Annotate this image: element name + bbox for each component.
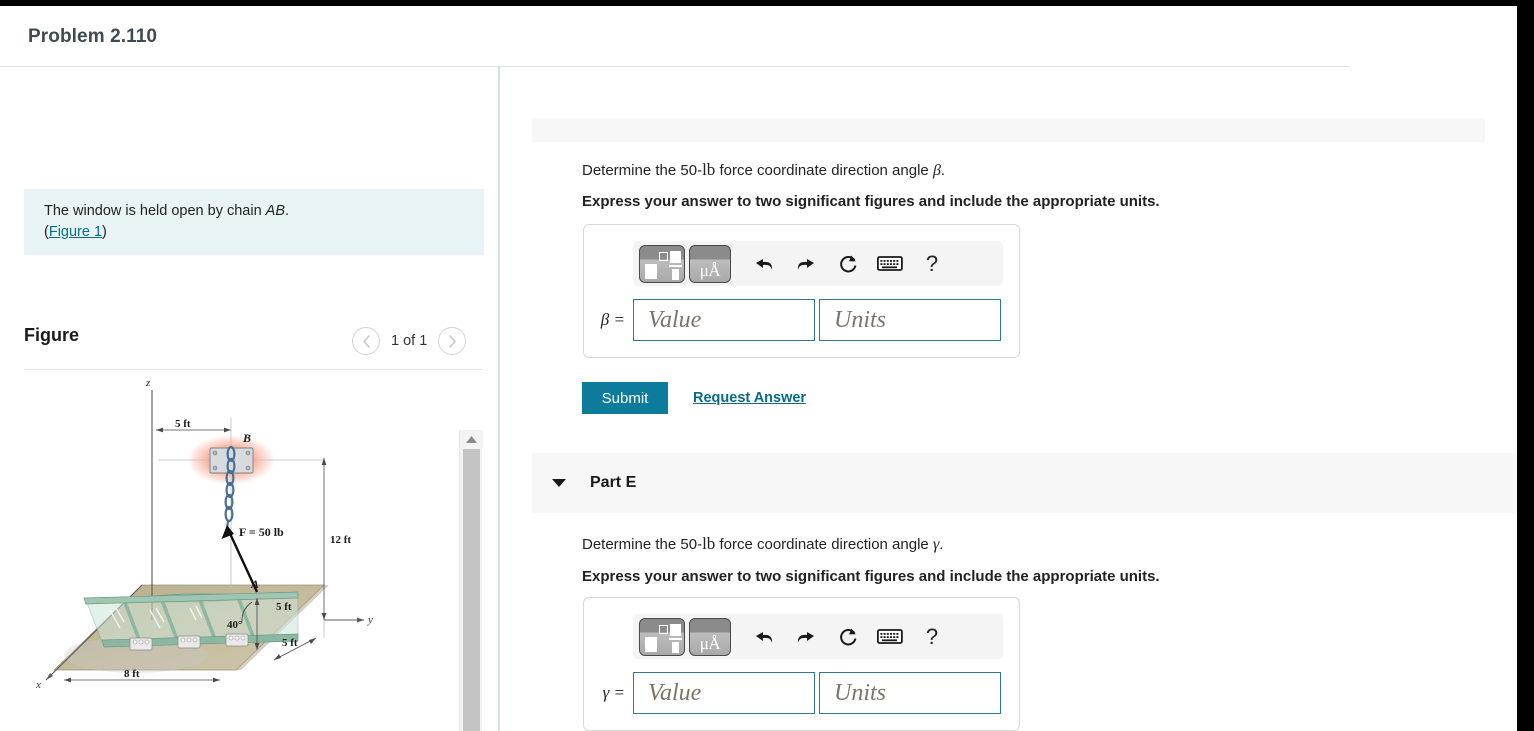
redo-glyph <box>797 631 814 643</box>
part-e-field-row: γ = Value Units <box>581 672 1001 714</box>
part-e-question: Determine the 50-lb force coordinate dir… <box>582 534 943 554</box>
figure-navigation: 1 of 1 <box>352 327 467 355</box>
keyboard-icon[interactable] <box>871 245 909 283</box>
micro-angstrom-units-icon[interactable]: μÅ <box>689 617 731 656</box>
problem-intro-box: The window is held open by chain AB. (Fi… <box>24 189 484 255</box>
question-mark-icon[interactable]: ? <box>913 618 951 656</box>
paren-close: ) <box>102 224 107 240</box>
dim-right-upper-label: 5 ft <box>276 601 292 613</box>
intro-text-before: The window is held open by chain <box>44 203 266 219</box>
units-glyph: μÅ <box>699 260 721 280</box>
figure-section-label: Figure <box>24 325 80 345</box>
help-glyph: ? <box>925 623 939 649</box>
part-e-q-suffix: force coordinate direction angle <box>715 536 933 553</box>
page-root: Problem 2.110 The window is held open by… <box>0 0 1534 731</box>
axis-z-label: z <box>145 377 151 389</box>
redo-arrow-icon[interactable] <box>787 245 825 283</box>
part-e-toolbar: μÅ ? <box>633 614 1003 659</box>
right-panel: Determine the 50-lb force coordinate dir… <box>500 67 1517 731</box>
part-d-submit-button[interactable]: Submit <box>582 382 668 414</box>
undo-glyph <box>756 258 773 270</box>
undo-arrow-icon[interactable] <box>745 618 783 656</box>
reset-glyph <box>840 628 857 645</box>
left-panel: The window is held open by chain AB. (Fi… <box>0 67 498 731</box>
chevron-left-icon <box>362 334 370 348</box>
part-e-q-unit: lb <box>702 534 716 553</box>
dim-right-lower-label: 5 ft <box>282 637 298 649</box>
part-e-answer-box: μÅ ? γ = Value Units <box>583 597 1020 731</box>
part-d-units-input[interactable]: Units <box>819 299 1001 341</box>
part-d-toolbar: μÅ ? <box>633 241 1003 286</box>
redo-arrow-icon[interactable] <box>787 618 825 656</box>
figure-counter: 1 of 1 <box>391 333 428 349</box>
intro-text-after: . <box>285 203 290 219</box>
help-glyph: ? <box>925 250 939 276</box>
part-d-request-answer-link[interactable]: Request Answer <box>693 390 806 406</box>
math-template-icon[interactable] <box>639 617 685 656</box>
part-d-q-prefix: Determine the 50- <box>582 162 703 179</box>
undo-arrow-icon[interactable] <box>745 245 783 283</box>
part-e-header[interactable]: Part E <box>532 453 1517 513</box>
reset-circular-arrow-icon[interactable] <box>829 618 867 656</box>
undo-glyph <box>756 631 773 643</box>
part-e-units-input[interactable]: Units <box>819 672 1001 714</box>
page-header: Problem 2.110 <box>0 6 1350 67</box>
part-e-field-symbol: γ = <box>602 683 625 702</box>
part-e-q-prefix: Determine the 50- <box>582 536 703 553</box>
right-black-edge <box>1517 0 1534 731</box>
part-d-field-row: β = Value Units <box>581 299 1001 341</box>
reset-glyph <box>840 255 857 272</box>
figure-next-button[interactable] <box>438 327 467 355</box>
scroll-up-button[interactable] <box>460 430 483 448</box>
intro-chain-label: AB <box>265 203 286 219</box>
part-d-field-symbol: β = <box>600 310 625 329</box>
figure-prev-button[interactable] <box>352 327 380 355</box>
keyboard-glyph <box>877 256 903 271</box>
math-template-icon[interactable] <box>639 244 685 283</box>
collapsed-part-bar[interactable] <box>532 118 1485 142</box>
part-e-q-period: . <box>939 536 944 553</box>
reset-circular-arrow-icon[interactable] <box>829 245 867 283</box>
figure-image-pane[interactable]: z y x 5 ft 12 ft B F = 50 lb A 40° 5 ft … <box>24 370 482 731</box>
question-mark-icon[interactable]: ? <box>913 245 951 283</box>
part-d-q-unit: lb <box>702 160 716 179</box>
part-d-answer-box: μÅ ? β = Value Units <box>583 224 1020 358</box>
keyboard-glyph <box>877 629 903 644</box>
keyboard-icon[interactable] <box>871 618 909 656</box>
chevron-right-icon <box>448 334 456 348</box>
angle-label: 40° <box>227 619 242 631</box>
part-d-q-suffix: force coordinate direction angle <box>715 162 933 179</box>
part-e-value-input[interactable]: Value <box>633 672 815 714</box>
micro-angstrom-units-icon[interactable]: μÅ <box>689 244 731 283</box>
figure-scrollbar[interactable] <box>459 430 483 731</box>
axis-x-label: x <box>35 679 41 691</box>
point-a-label: A <box>250 577 259 591</box>
page-title: Problem 2.110 <box>28 26 158 47</box>
part-d-q-period: . <box>940 162 946 179</box>
part-d-instruction: Express your answer to two significant f… <box>582 193 1160 210</box>
force-label: F = 50 lb <box>239 525 284 539</box>
part-d-value-input[interactable]: Value <box>633 299 815 341</box>
scroll-thumb[interactable] <box>463 449 480 731</box>
figure-1-link[interactable]: Figure 1 <box>49 224 102 240</box>
triangle-up-icon <box>466 435 477 443</box>
part-d-question: Determine the 50-lb force coordinate dir… <box>582 160 945 180</box>
units-glyph: μÅ <box>699 633 721 653</box>
part-e-instruction: Express your answer to two significant f… <box>582 568 1160 585</box>
dim-top-label: 5 ft <box>175 418 191 430</box>
redo-glyph <box>797 258 814 270</box>
window-chain-diagram: z y x 5 ft 12 ft B F = 50 lb A 40° 5 ft … <box>35 377 373 691</box>
caret-down-icon[interactable] <box>552 479 566 487</box>
point-b-label: B <box>242 431 251 445</box>
part-e-label: Part E <box>590 474 637 491</box>
axis-y-label: y <box>367 614 373 626</box>
dim-base-label: 8 ft <box>124 668 140 680</box>
figure-header: Figure 1 of 1 <box>0 312 498 370</box>
problem-intro-text: The window is held open by chain AB. (Fi… <box>44 201 289 243</box>
part-d-q-symbol: β <box>932 162 941 179</box>
dim-height-label: 12 ft <box>330 534 351 546</box>
